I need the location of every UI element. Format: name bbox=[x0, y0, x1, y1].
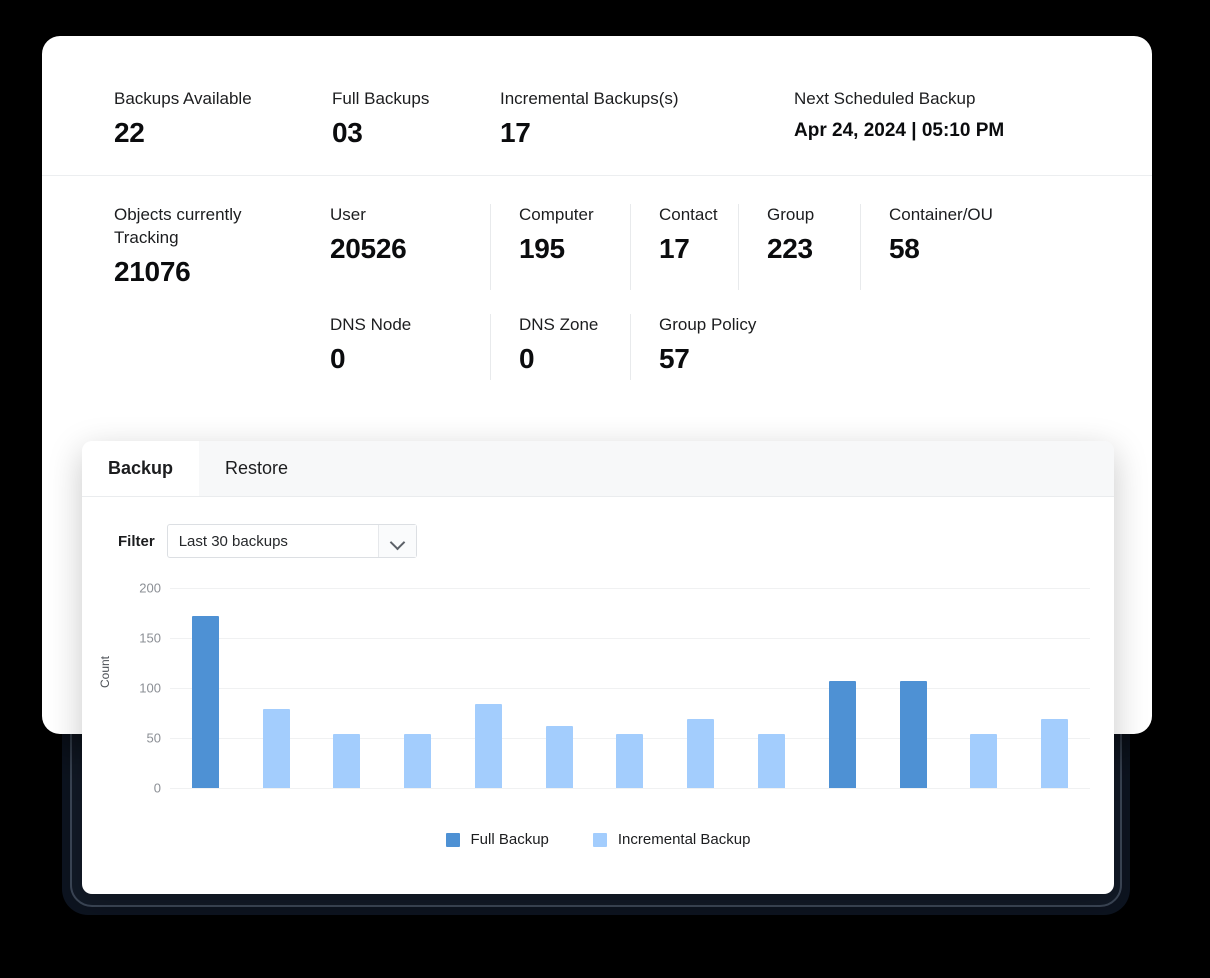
chart-bar[interactable] bbox=[333, 734, 360, 788]
chart-bar-slot bbox=[807, 588, 878, 788]
chart-bar[interactable] bbox=[263, 709, 290, 788]
chart-y-tick-label: 200 bbox=[139, 581, 161, 596]
stat-label: Contact bbox=[659, 204, 738, 227]
chart-y-tick-label: 100 bbox=[139, 681, 161, 696]
chart-bar-slot bbox=[665, 588, 736, 788]
stats-wrapper: Backups Available 22 Full Backups 03 Inc… bbox=[42, 36, 1152, 380]
stat-value: 58 bbox=[889, 233, 1040, 265]
stat-backups-available: Backups Available 22 bbox=[114, 88, 332, 149]
chart-y-tick-label: 50 bbox=[147, 731, 161, 746]
chart-bar[interactable] bbox=[758, 734, 785, 788]
stat-label: Objects currently Tracking bbox=[114, 204, 330, 250]
stats-spacer bbox=[114, 314, 330, 380]
stat-value: 03 bbox=[332, 117, 500, 149]
stat-label: Container/OU bbox=[889, 204, 1040, 227]
stat-label: Computer bbox=[519, 204, 630, 227]
stat-value: Apr 24, 2024 | 05:10 PM bbox=[794, 120, 1054, 142]
chart-y-tick-label: 0 bbox=[154, 781, 161, 796]
tab-restore[interactable]: Restore bbox=[199, 441, 314, 496]
stat-container-ou: Container/OU 58 bbox=[860, 204, 1040, 290]
chart-bar-slot bbox=[1019, 588, 1090, 788]
chart-legend-swatch bbox=[446, 833, 460, 847]
chart-bar-slot bbox=[595, 588, 666, 788]
stat-user: User 20526 bbox=[330, 204, 490, 290]
chart-bar-slot bbox=[241, 588, 312, 788]
stat-label: Backups Available bbox=[114, 88, 332, 111]
filter-select-value: Last 30 backups bbox=[168, 533, 378, 550]
filter-row: Filter Last 30 backups bbox=[82, 497, 1114, 558]
backup-chart: Count 050100150200 Full BackupIncrementa… bbox=[82, 580, 1114, 850]
screenshot-root: Backups Available 22 Full Backups 03 Inc… bbox=[0, 0, 1210, 978]
stat-value: 21076 bbox=[114, 256, 330, 288]
stat-group-policy: Group Policy 57 bbox=[630, 314, 810, 380]
chart-bar[interactable] bbox=[475, 704, 502, 788]
stat-label: DNS Node bbox=[330, 314, 490, 337]
chart-plot-area: 050100150200 bbox=[170, 588, 1090, 788]
tab-backup[interactable]: Backup bbox=[82, 441, 199, 496]
stat-value: 17 bbox=[500, 117, 794, 149]
stat-value: 0 bbox=[519, 343, 630, 375]
chart-bar[interactable] bbox=[616, 734, 643, 788]
chart-legend-label: Full Backup bbox=[471, 831, 549, 848]
chart-bar[interactable] bbox=[900, 681, 927, 788]
chart-bar-slot bbox=[170, 588, 241, 788]
stats-row-dns: DNS Node 0 DNS Zone 0 Group Policy 57 bbox=[42, 290, 1152, 380]
chart-bar[interactable] bbox=[970, 734, 997, 788]
stat-label: User bbox=[330, 204, 490, 227]
stat-label: Full Backups bbox=[332, 88, 500, 111]
chart-bar[interactable] bbox=[192, 616, 219, 788]
chart-legend: Full Backup Incremental Backup bbox=[82, 831, 1114, 848]
stat-value: 0 bbox=[330, 343, 490, 375]
stat-objects-tracking: Objects currently Tracking 21076 bbox=[114, 204, 330, 290]
stat-value: 57 bbox=[659, 343, 810, 375]
backup-restore-panel: Backup Restore Filter Last 30 backups Co… bbox=[82, 441, 1114, 894]
chart-bar-slot bbox=[453, 588, 524, 788]
filter-select[interactable]: Last 30 backups bbox=[167, 524, 417, 558]
chart-legend-swatch bbox=[593, 833, 607, 847]
chart-bar-slot bbox=[878, 588, 949, 788]
stat-label: Next Scheduled Backup bbox=[794, 88, 1054, 111]
stat-contact: Contact 17 bbox=[630, 204, 738, 290]
chart-y-axis-title: Count bbox=[98, 656, 112, 688]
tab-bar: Backup Restore bbox=[82, 441, 1114, 497]
chart-bar-slot bbox=[948, 588, 1019, 788]
chart-bar[interactable] bbox=[687, 719, 714, 788]
chart-bar-slot bbox=[382, 588, 453, 788]
stat-label: Incremental Backups(s) bbox=[500, 88, 794, 111]
chart-legend-item[interactable]: Incremental Backup bbox=[593, 831, 751, 848]
stat-label: Group Policy bbox=[659, 314, 810, 337]
stat-label: Group bbox=[767, 204, 860, 227]
stat-incremental-backups: Incremental Backups(s) 17 bbox=[500, 88, 794, 149]
stat-dns-zone: DNS Zone 0 bbox=[490, 314, 630, 380]
stat-value: 223 bbox=[767, 233, 860, 265]
chart-legend-label: Incremental Backup bbox=[618, 831, 751, 848]
stat-label: DNS Zone bbox=[519, 314, 630, 337]
chart-y-tick-label: 150 bbox=[139, 631, 161, 646]
stat-next-scheduled-backup: Next Scheduled Backup Apr 24, 2024 | 05:… bbox=[794, 88, 1054, 149]
chart-gridline: 0 bbox=[170, 788, 1090, 789]
chart-bar-slot bbox=[312, 588, 383, 788]
stat-dns-node: DNS Node 0 bbox=[330, 314, 490, 380]
stat-value: 20526 bbox=[330, 233, 490, 265]
stat-value: 195 bbox=[519, 233, 630, 265]
stat-value: 22 bbox=[114, 117, 332, 149]
stat-computer: Computer 195 bbox=[490, 204, 630, 290]
chart-bar[interactable] bbox=[546, 726, 573, 788]
chart-bar[interactable] bbox=[1041, 719, 1068, 788]
chart-bars bbox=[170, 588, 1090, 788]
stats-row-backups: Backups Available 22 Full Backups 03 Inc… bbox=[42, 88, 1152, 176]
chart-bar[interactable] bbox=[404, 734, 431, 788]
stat-full-backups: Full Backups 03 bbox=[332, 88, 500, 149]
chevron-down-icon[interactable] bbox=[378, 525, 416, 557]
chart-bar-slot bbox=[524, 588, 595, 788]
stat-value: 17 bbox=[659, 233, 738, 265]
chart-bar-slot bbox=[736, 588, 807, 788]
filter-label: Filter bbox=[118, 533, 155, 550]
stats-row-objects: Objects currently Tracking 21076 User 20… bbox=[42, 176, 1152, 290]
stat-group: Group 223 bbox=[738, 204, 860, 290]
chart-bar[interactable] bbox=[829, 681, 856, 788]
chart-legend-item[interactable]: Full Backup bbox=[446, 831, 549, 848]
